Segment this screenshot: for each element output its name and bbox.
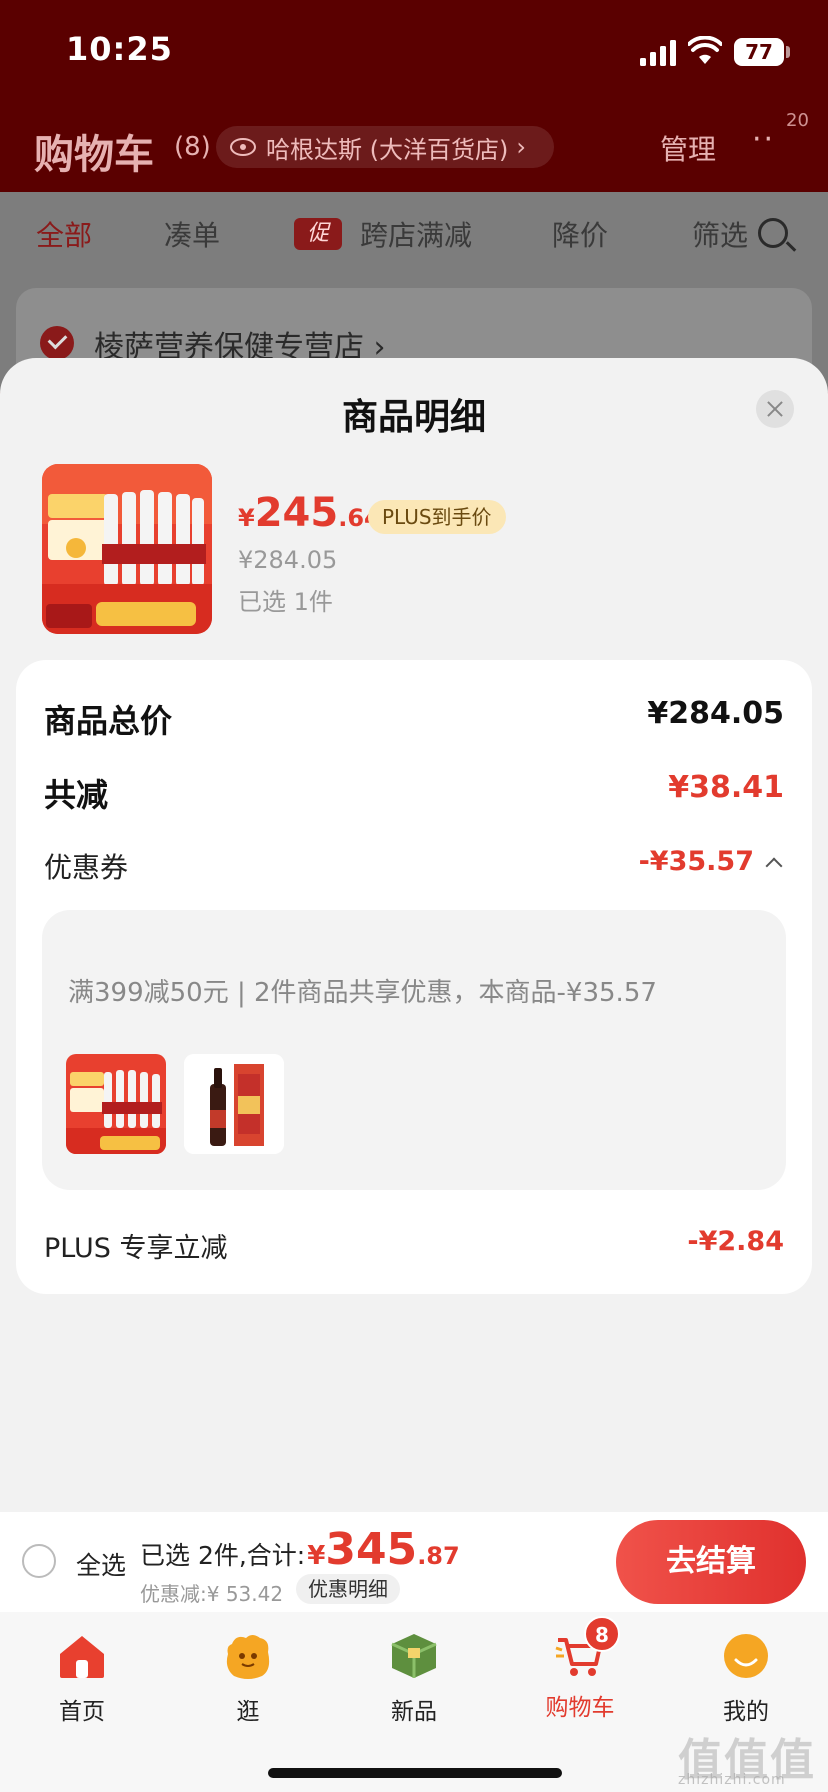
selected-quantity: 已选 1件 <box>238 588 333 616</box>
summary-currency: ¥ <box>307 1541 326 1571</box>
store-checkbox[interactable] <box>40 326 74 360</box>
total-reduce-value: ¥38.41 <box>668 770 784 805</box>
checkout-bar: 全选 已选 2件,合计: ¥ 345 .87 优惠减:¥ 53.42 优惠明细 … <box>0 1512 828 1612</box>
checkout-button[interactable]: 去结算 <box>616 1520 806 1604</box>
plus-price-tag: PLUS到手价 <box>368 500 506 534</box>
coupon-detail-box: 满399减50元 | 2件商品共享优惠，本商品-¥35.57 <box>42 910 786 1190</box>
total-price-label: 商品总价 <box>44 702 173 740</box>
summary-total-decimal: .87 <box>417 1542 460 1570</box>
more-menu-icon[interactable]: ·· <box>752 122 775 157</box>
status-bar: 10:25 77 <box>0 0 828 100</box>
tab-home-label: 首页 <box>59 1699 105 1725</box>
location-label: 哈根达斯 (大洋百货店) <box>266 135 509 164</box>
product-price: ¥245.64 <box>238 490 381 536</box>
filter-cross-store[interactable]: 跨店满减 <box>360 214 472 254</box>
coupon-value-wrap: -¥35.57 <box>638 846 783 877</box>
message-badge: 20 <box>786 110 809 131</box>
promo-tag-icon: 促 <box>294 218 342 250</box>
product-detail-sheet: 商品明细 ¥245.64 PLUS到手价 ¥284.05 已选 1件 商品总价 … <box>0 358 828 1512</box>
summary-total-integer: 345 <box>325 1524 418 1575</box>
tab-home[interactable]: 首页 <box>12 1630 152 1726</box>
filter-all[interactable]: 全部 <box>36 214 92 254</box>
price-integer: 245 <box>254 490 339 536</box>
select-all-checkbox[interactable] <box>22 1544 56 1578</box>
tab-me-label: 我的 <box>723 1699 769 1725</box>
filter-bar: 全部 凑单 促 跨店满减 降价 筛选 <box>0 192 828 272</box>
filter-price-drop[interactable]: 降价 <box>552 214 608 254</box>
original-price: ¥284.05 <box>238 546 338 574</box>
total-price-value: ¥284.05 <box>647 696 784 731</box>
new-products-box-icon <box>391 1634 437 1678</box>
chevron-up-icon[interactable] <box>765 857 783 874</box>
summary-prefix: 已选 2件,合计: <box>140 1541 306 1570</box>
filter-filter[interactable]: 筛选 <box>692 214 748 254</box>
battery-indicator: 77 <box>734 38 784 66</box>
close-button[interactable] <box>756 390 794 428</box>
tab-browse-label: 逛 <box>236 1699 260 1725</box>
product-thumbnail-wine[interactable] <box>184 1054 284 1154</box>
product-image[interactable] <box>42 464 212 634</box>
location-selector[interactable]: 哈根达斯 (大洋百货店) › <box>216 126 554 168</box>
page-title: 购物车 <box>34 132 154 178</box>
filter-bundle[interactable]: 凑单 <box>164 214 220 254</box>
discount-amount: 优惠减:¥ 53.42 <box>140 1582 284 1606</box>
search-icon[interactable] <box>758 218 788 248</box>
discount-detail-button[interactable]: 优惠明细 <box>296 1574 400 1604</box>
smiley-face-icon <box>724 1634 768 1678</box>
price-currency: ¥ <box>238 504 255 532</box>
tab-me[interactable]: 我的 <box>676 1630 816 1726</box>
tab-cart[interactable]: 8 购物车 <box>510 1616 650 1722</box>
cart-count: (8) <box>174 132 211 162</box>
status-time: 10:25 <box>66 30 173 68</box>
watermark-url: zhizhizhi.com <box>678 1772 786 1788</box>
price-breakdown-card: 商品总价 ¥284.05 共减 ¥38.41 优惠券 -¥35.57 满399减… <box>16 660 812 1294</box>
coupon-description: 满399减50元 | 2件商品共享优惠，本商品-¥35.57 <box>68 978 657 1008</box>
cart-icon-wrap: 8 <box>554 1616 620 1682</box>
browse-icon <box>226 1635 270 1679</box>
tab-new-label: 新品 <box>391 1699 437 1725</box>
coupon-value: -¥35.57 <box>638 846 754 877</box>
sheet-title: 商品明细 <box>341 397 486 438</box>
chevron-right-icon: › <box>516 133 526 161</box>
plus-discount-value: -¥2.84 <box>687 1226 784 1257</box>
cellular-signal-icon <box>640 40 676 66</box>
eye-icon <box>230 138 256 156</box>
tab-browse[interactable]: 逛 <box>178 1630 318 1726</box>
total-reduce-label: 共减 <box>44 776 109 814</box>
battery-cap <box>786 46 790 58</box>
tab-new[interactable]: 新品 <box>344 1630 484 1726</box>
tab-cart-label: 购物车 <box>545 1695 615 1721</box>
select-all-label[interactable]: 全选 <box>76 1546 126 1582</box>
total-summary: 已选 2件,合计: ¥ 345 .87 <box>140 1524 460 1575</box>
product-thumbnail-liquor[interactable] <box>66 1054 166 1154</box>
home-icon <box>60 1636 104 1678</box>
coupon-label: 优惠券 <box>44 851 129 884</box>
manage-button[interactable]: 管理 <box>660 128 716 168</box>
wifi-icon <box>688 36 722 64</box>
tab-bar: 首页 逛 新品 8 购物车 我的 值值值 zhizhizhi.com <box>0 1612 828 1792</box>
cart-count-badge: 8 <box>584 1616 620 1652</box>
cart-header: 购物车 (8) 哈根达斯 (大洋百货店) › 管理 ·· 20 <box>0 110 828 178</box>
plus-discount-label: PLUS 专享立减 <box>44 1233 228 1264</box>
home-indicator <box>268 1768 562 1778</box>
